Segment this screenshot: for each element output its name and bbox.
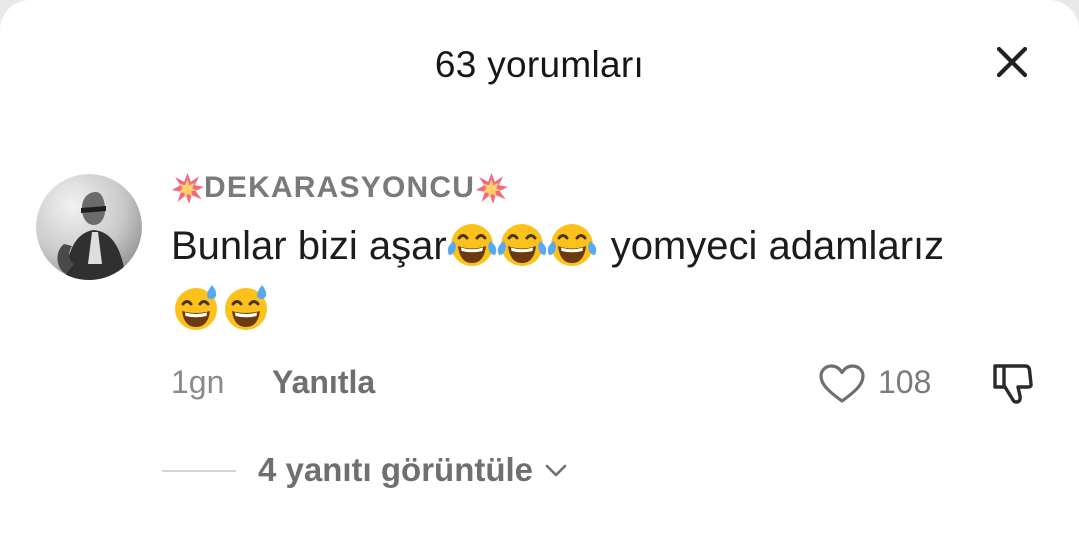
sweat-smile-emoji [225, 285, 267, 330]
close-icon[interactable] [994, 44, 1030, 80]
thumbs-down-icon[interactable] [991, 360, 1037, 406]
reply-button[interactable]: Yanıtla [272, 364, 375, 401]
comment-time: 1gn [171, 364, 225, 400]
comment-username[interactable]: DEKARASYONCU [171, 170, 509, 206]
tears-of-joy-emoji [447, 224, 496, 266]
comment-text-continued [171, 283, 271, 333]
username-text: DEKARASYONCU [204, 171, 476, 204]
comment-text: Bunlar bizi aşar yomyeci adamlarız [171, 221, 944, 271]
comment-text-end: yomyeci adamlarız [610, 223, 945, 268]
heart-outline-icon[interactable] [818, 364, 866, 404]
chevron-down-icon [545, 464, 567, 477]
view-replies-button[interactable]: 4 yanıtı görüntüle [258, 450, 569, 490]
comments-sheet: 63 yorumları DEKARASYONCU Bunlar bizi aş… [0, 0, 1079, 540]
view-replies-label: 4 yanıtı görüntüle [258, 451, 534, 488]
sweat-smile-emoji [175, 285, 217, 330]
avatar[interactable] [36, 174, 142, 280]
comment-text-start: Bunlar bizi aşar [171, 223, 447, 268]
page-title: 63 yorumları [434, 44, 645, 85]
replies-divider [162, 470, 236, 472]
collision-spark-icon [475, 172, 509, 204]
collision-spark-icon [171, 172, 204, 204]
tears-of-joy-emoji [497, 224, 546, 266]
like-count: 108 [878, 364, 932, 400]
tears-of-joy-emoji [547, 224, 596, 266]
